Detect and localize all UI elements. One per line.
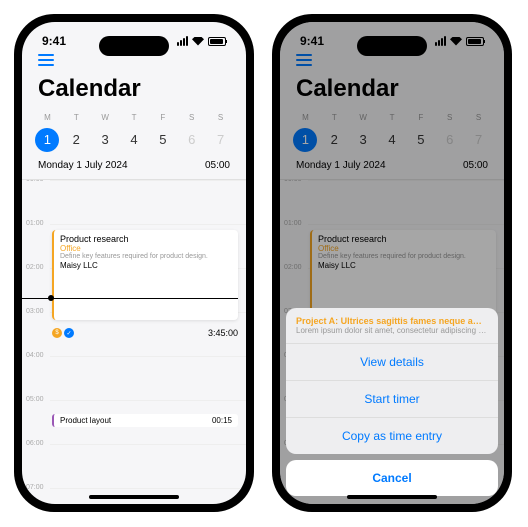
total-time: 05:00 bbox=[205, 160, 230, 171]
timeline[interactable]: 00:00 01:00 02:00 03:00 04:00 05:00 06:0… bbox=[22, 180, 246, 504]
day-2[interactable]: 2 bbox=[64, 128, 88, 152]
day-header: W bbox=[92, 113, 119, 122]
hour-label: 03:00 bbox=[26, 308, 44, 315]
phone-right: 9:41 Calendar M1 T2 W3 T4 F5 S6 S7 Monda… bbox=[272, 14, 512, 512]
sheet-desc: Lorem ipsum dolor sit amet, consectetur … bbox=[296, 326, 488, 335]
hour-label: 07:00 bbox=[26, 484, 44, 491]
day-header: T bbox=[121, 113, 148, 122]
event2-title: Product layout bbox=[60, 416, 111, 425]
notch bbox=[99, 36, 169, 56]
hour-label: 04:00 bbox=[26, 352, 44, 359]
event-desc: Define key features required for product… bbox=[60, 253, 232, 260]
phone-left: 9:41 Calendar M1 T2 W3 T4 F5 S6 S7 Monda… bbox=[14, 14, 254, 512]
day-7[interactable]: 7 bbox=[209, 128, 233, 152]
check-icon: ✓ bbox=[64, 328, 74, 338]
battery-icon bbox=[208, 37, 226, 46]
cancel-button[interactable]: Cancel bbox=[286, 460, 498, 496]
event-product-research[interactable]: Product research Office Define key featu… bbox=[52, 230, 238, 320]
copy-time-entry-button[interactable]: Copy as time entry bbox=[286, 418, 498, 454]
hour-label: 05:00 bbox=[26, 396, 44, 403]
event-company: Maisy LLC bbox=[60, 261, 232, 270]
hour-label: 02:00 bbox=[26, 264, 44, 271]
start-timer-button[interactable]: Start timer bbox=[286, 381, 498, 418]
day-3[interactable]: 3 bbox=[93, 128, 117, 152]
event2-dur: 00:15 bbox=[212, 416, 232, 425]
hour-label: 00:00 bbox=[26, 180, 44, 183]
dollar-icon: $ bbox=[52, 328, 62, 338]
status-time: 9:41 bbox=[42, 34, 66, 48]
action-sheet: Project A: Ultrices sagittis fames neque… bbox=[286, 308, 498, 496]
sheet-header: Project A: Ultrices sagittis fames neque… bbox=[286, 308, 498, 344]
day-1[interactable]: 1 bbox=[35, 128, 59, 152]
hour-label: 06:00 bbox=[26, 440, 44, 447]
screen: 9:41 Calendar M1 T2 W3 T4 F5 S6 S7 Monda… bbox=[22, 22, 246, 504]
screen: 9:41 Calendar M1 T2 W3 T4 F5 S6 S7 Monda… bbox=[280, 22, 504, 504]
selected-date: Monday 1 July 2024 bbox=[38, 160, 128, 171]
home-indicator[interactable] bbox=[89, 495, 179, 499]
hour-label: 01:00 bbox=[26, 220, 44, 227]
event-duration: 3:45:00 bbox=[208, 328, 238, 338]
page-title: Calendar bbox=[22, 75, 246, 113]
sheet-title: Project A: Ultrices sagittis fames neque… bbox=[296, 316, 488, 326]
day-header: S bbox=[178, 113, 205, 122]
day-6[interactable]: 6 bbox=[180, 128, 204, 152]
event-office: Office bbox=[60, 244, 232, 253]
event-footer: $ ✓ 3:45:00 bbox=[52, 328, 238, 338]
event-title: Product research bbox=[60, 234, 232, 244]
week-row: M1 T2 W3 T4 F5 S6 S7 bbox=[22, 113, 246, 152]
event-product-layout[interactable]: Product layout 00:15 bbox=[52, 414, 238, 427]
day-header: S bbox=[207, 113, 234, 122]
day-5[interactable]: 5 bbox=[151, 128, 175, 152]
date-line: Monday 1 July 2024 05:00 bbox=[22, 152, 246, 180]
status-icons bbox=[177, 36, 226, 46]
wifi-icon bbox=[192, 37, 204, 46]
notch bbox=[357, 36, 427, 56]
cellular-icon bbox=[177, 36, 188, 46]
day-header: T bbox=[63, 113, 90, 122]
now-indicator bbox=[22, 298, 238, 299]
home-indicator[interactable] bbox=[347, 495, 437, 499]
day-header: M bbox=[34, 113, 61, 122]
badge-icons: $ ✓ bbox=[52, 328, 74, 338]
day-header: F bbox=[149, 113, 176, 122]
view-details-button[interactable]: View details bbox=[286, 344, 498, 381]
day-4[interactable]: 4 bbox=[122, 128, 146, 152]
